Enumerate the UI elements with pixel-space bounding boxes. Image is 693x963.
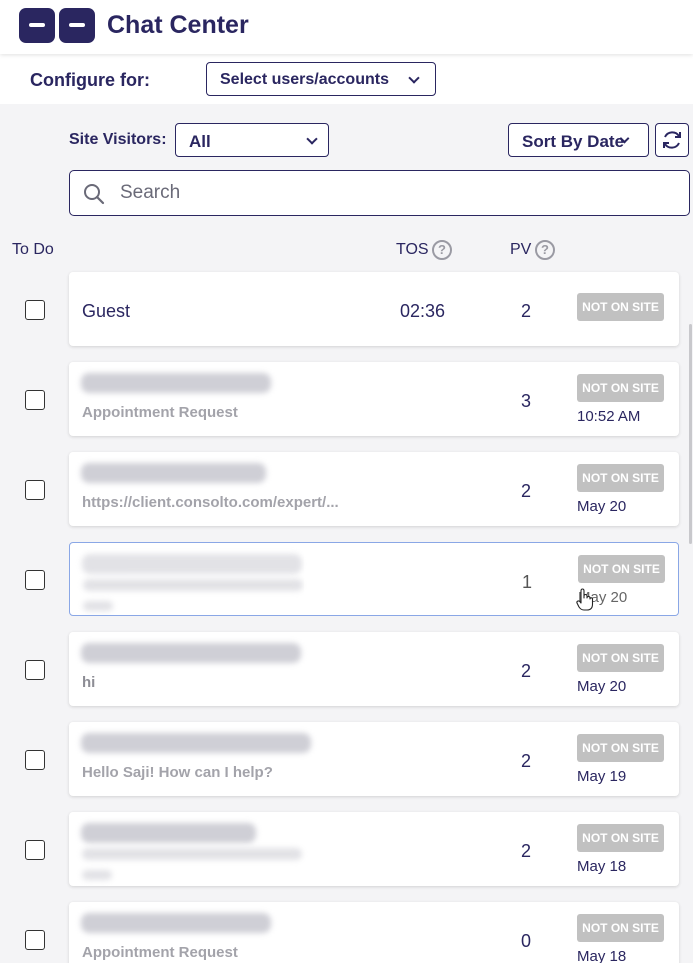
tos-column-header: TOS [396, 241, 429, 258]
pv-value: 2 [521, 751, 532, 771]
tos-value: 02:36 [400, 301, 446, 321]
last-seen-date: 10:52 AM [577, 408, 641, 425]
pv-value: 3 [521, 391, 532, 411]
status-badge: NOT ON SITE [577, 293, 664, 321]
search-box [69, 170, 690, 216]
status-badge: NOT ON SITE [577, 464, 664, 492]
message-preview: https://client.consolto.com/expert/... [82, 494, 339, 511]
todo-checkbox[interactable] [25, 390, 45, 410]
todo-column-header: To Do [12, 241, 54, 258]
pv-value: 2 [521, 481, 532, 501]
app-header: Chat Center [0, 0, 693, 54]
help-icon[interactable]: ? [535, 240, 555, 260]
visitor-row[interactable]: Appointment Request 3 NOT ON SITE 10:52 … [69, 362, 679, 436]
status-badge: NOT ON SITE [577, 374, 664, 402]
search-icon [84, 184, 105, 205]
todo-checkbox[interactable] [25, 660, 45, 680]
refresh-button[interactable] [655, 123, 689, 157]
sort-label: Sort By Date [522, 132, 625, 151]
visitor-email-blurred [81, 463, 266, 483]
chat-logo-icon [19, 8, 95, 43]
configure-label: Configure for: [30, 70, 150, 90]
todo-checkbox[interactable] [25, 840, 45, 860]
status-badge: NOT ON SITE [577, 824, 664, 852]
visitor-email-blurred [82, 554, 302, 574]
app-title: Chat Center [107, 11, 249, 39]
pv-value: 2 [521, 661, 532, 681]
last-seen-date: May 20 [577, 678, 627, 695]
visitor-row[interactable]: Appointment Request 0 NOT ON SITE May 18 [69, 902, 679, 963]
message-preview-blurred [82, 848, 302, 860]
pv-value: 2 [521, 841, 532, 861]
todo-checkbox[interactable] [25, 480, 45, 500]
visitor-email-blurred [81, 733, 311, 753]
visitor-row[interactable]: Guest 02:36 2 NOT ON SITE [69, 272, 679, 346]
configure-select-value: Select users/accounts [220, 71, 389, 88]
sort-by-date-button[interactable]: Sort By Date [508, 123, 649, 157]
status-badge: NOT ON SITE [577, 644, 664, 672]
status-badge: NOT ON SITE [577, 914, 664, 942]
visitor-email-blurred [81, 823, 256, 843]
help-icon[interactable]: ? [432, 240, 452, 260]
todo-checkbox[interactable] [25, 930, 45, 950]
message-preview-blurred [83, 601, 113, 611]
last-seen-date: May 18 [577, 948, 627, 963]
visitor-email-blurred [81, 373, 271, 393]
message-preview: Hello Saji! How can I help? [82, 764, 273, 781]
site-visitors-label: Site Visitors: [69, 131, 167, 148]
configure-users-select[interactable]: Select users/accounts [206, 62, 436, 96]
hand-pointer-icon [576, 588, 594, 611]
visitor-row[interactable]: hi 2 NOT ON SITE May 20 [69, 632, 679, 706]
todo-checkbox[interactable] [25, 300, 45, 320]
pv-value: 0 [521, 931, 532, 951]
refresh-icon [663, 131, 681, 149]
message-preview: Appointment Request [82, 404, 238, 421]
message-preview: hi [82, 674, 96, 691]
search-input[interactable] [120, 179, 660, 207]
last-seen-date: May 18 [577, 858, 627, 875]
todo-checkbox[interactable] [25, 570, 45, 590]
status-badge: NOT ON SITE [578, 555, 665, 583]
status-badge: NOT ON SITE [577, 734, 664, 762]
configure-bar: Configure for: Select users/accounts [0, 54, 693, 104]
visitor-name: Guest [82, 301, 131, 321]
chevron-down-icon [408, 72, 420, 84]
pv-value: 2 [521, 301, 532, 321]
last-seen-date: May 19 [577, 768, 627, 785]
visitor-row[interactable]: Hello Saji! How can I help? 2 NOT ON SIT… [69, 722, 679, 796]
message-preview-blurred [82, 870, 112, 880]
pv-column-header: PV [510, 241, 532, 258]
message-preview-blurred [83, 579, 303, 591]
todo-checkbox[interactable] [25, 750, 45, 770]
visitor-email-blurred [81, 913, 271, 933]
list-scrollbar[interactable] [689, 324, 692, 544]
site-visitors-select[interactable]: All [175, 123, 329, 157]
message-preview: Appointment Request [82, 944, 238, 961]
site-visitors-value: All [189, 132, 211, 151]
visitor-row[interactable]: 2 NOT ON SITE May 18 [69, 812, 679, 886]
chevron-down-icon [306, 133, 318, 145]
pv-value: 1 [522, 572, 533, 592]
last-seen-date: May 20 [577, 498, 627, 515]
visitor-row[interactable]: https://client.consolto.com/expert/... 2… [69, 452, 679, 526]
visitor-email-blurred [81, 643, 301, 663]
